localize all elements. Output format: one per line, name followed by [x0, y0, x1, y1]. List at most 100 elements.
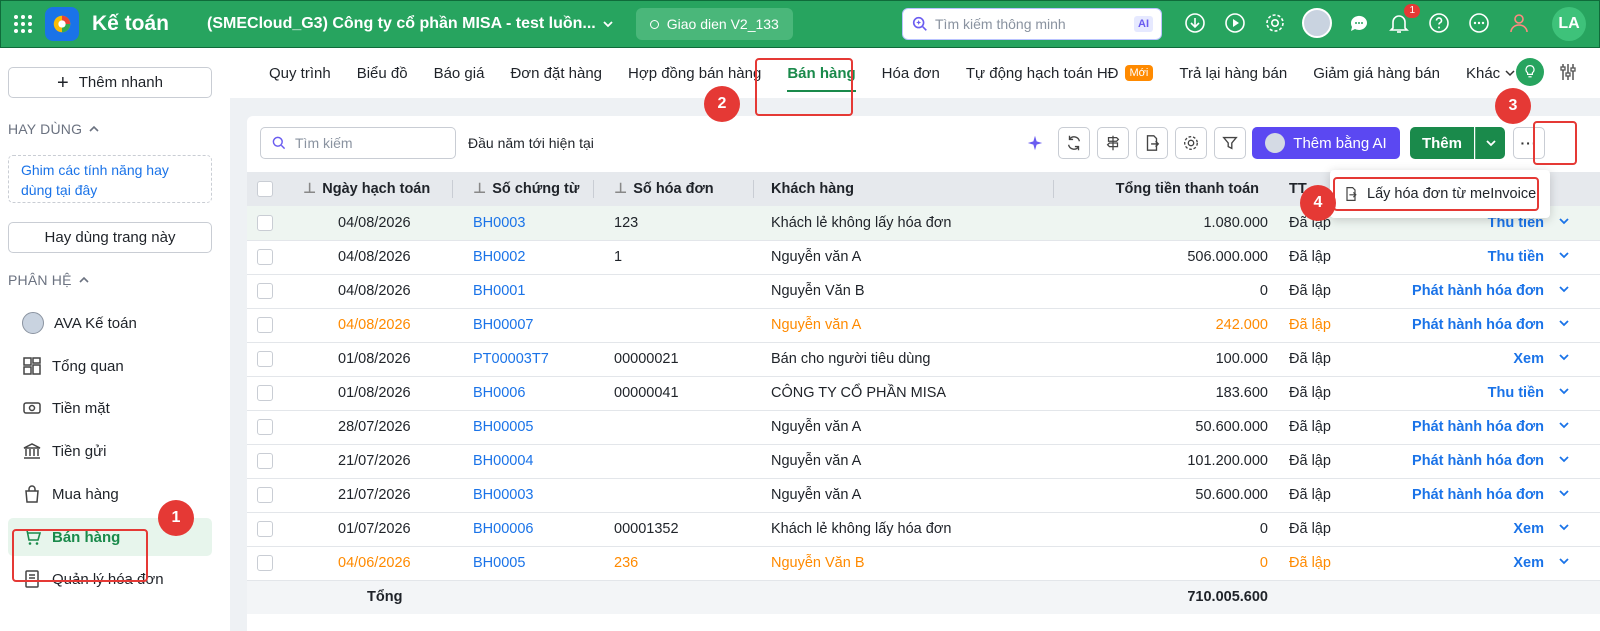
sidebar-item-overview[interactable]: Tổng quan: [8, 347, 212, 385]
cell-document-number[interactable]: BH0003: [453, 206, 594, 240]
app-logo[interactable]: [45, 7, 79, 41]
cell-document-number[interactable]: BH00007: [453, 308, 594, 342]
cell-document-number[interactable]: BH00005: [453, 410, 594, 444]
tab-invoice[interactable]: Hóa đơn: [869, 48, 953, 98]
row-checkbox[interactable]: [257, 419, 273, 436]
cell-control[interactable]: [247, 376, 283, 410]
row-checkbox[interactable]: [257, 283, 273, 300]
cell-document-number[interactable]: BH00006: [453, 512, 594, 546]
cell-row-action[interactable]: Thu tiền: [1354, 240, 1554, 274]
cell-control[interactable]: [247, 410, 283, 444]
cell-row-action[interactable]: Phát hành hóa đơn: [1354, 444, 1554, 478]
cell-control[interactable]: [247, 478, 283, 512]
column-header[interactable]: ⊥ Ngày hạch toán: [283, 172, 453, 206]
cell-control[interactable]: [247, 206, 283, 240]
cell-control[interactable]: [1554, 274, 1600, 308]
column-header[interactable]: ⊥ Số hóa đơn: [594, 172, 754, 206]
cell-control[interactable]: [247, 512, 283, 546]
cell-document-number[interactable]: BH00003: [453, 478, 594, 512]
row-checkbox[interactable]: [257, 249, 273, 266]
user-avatar[interactable]: LA: [1552, 7, 1586, 41]
bell-icon[interactable]: 1: [1386, 4, 1420, 36]
tab-sales-order[interactable]: Đơn đặt hàng: [497, 48, 615, 98]
tab-auto-posting[interactable]: Tự động hạch toán HĐ Mới: [953, 48, 1166, 98]
cell-row-action[interactable]: Phát hành hóa đơn: [1354, 308, 1554, 342]
table-row[interactable]: 04/06/2026 BH0005 236 Nguyễn Văn B 0 Đã lập Xe…: [247, 546, 1600, 580]
add-options-button[interactable]: [1475, 127, 1505, 159]
chevron-down-icon[interactable]: [1558, 453, 1570, 465]
modules-section-toggle[interactable]: PHÂN HỆ: [8, 272, 90, 288]
chevron-down-icon[interactable]: [1558, 487, 1570, 499]
column-header[interactable]: ⊥ Số chứng từ: [453, 172, 594, 206]
cell-document-number[interactable]: BH0006: [453, 376, 594, 410]
cell-row-action[interactable]: Phát hành hóa đơn: [1354, 478, 1554, 512]
cell-control[interactable]: [1554, 478, 1600, 512]
table-row[interactable]: 04/08/2026 BH0002 1 Nguyễn văn A 506.000.000…: [247, 240, 1600, 274]
table-row[interactable]: 21/07/2026 BH00003 Nguyễn văn A 50.600.000 Đ…: [247, 478, 1600, 512]
cell-row-action[interactable]: Xem: [1354, 512, 1554, 546]
cell-control[interactable]: [247, 546, 283, 580]
row-checkbox[interactable]: [257, 214, 273, 231]
help-icon[interactable]: [1426, 10, 1452, 36]
select-all-checkbox[interactable]: [257, 181, 273, 198]
ai-assistant-avatar[interactable]: [1302, 8, 1332, 38]
settings-sliders-icon[interactable]: [1558, 62, 1578, 82]
tab-process[interactable]: Quy trình: [256, 48, 344, 98]
period-filter[interactable]: Đầu năm tới hiện tại: [468, 135, 594, 151]
cell-row-action[interactable]: Thu tiền: [1354, 376, 1554, 410]
chevron-down-icon[interactable]: [1558, 249, 1570, 261]
chevron-down-icon[interactable]: [1558, 419, 1570, 431]
row-checkbox[interactable]: [257, 351, 273, 368]
table-row[interactable]: 01/07/2026 BH00006 00001352 Khách lẻ không …: [247, 512, 1600, 546]
filter-icon[interactable]: [1214, 127, 1246, 159]
lightbulb-icon[interactable]: [1516, 58, 1544, 86]
tab-sales-discount[interactable]: Giảm giá hàng bán: [1300, 48, 1453, 98]
cell-document-number[interactable]: BH0002: [453, 240, 594, 274]
row-checkbox[interactable]: [257, 317, 273, 334]
chevron-down-icon[interactable]: [1558, 555, 1570, 567]
table-row[interactable]: 04/08/2026 BH00007 Nguyễn văn A 242.000 Đã l…: [247, 308, 1600, 342]
chat-icon[interactable]: [1346, 10, 1372, 36]
cell-control[interactable]: [1554, 546, 1600, 580]
cell-row-action[interactable]: Phát hành hóa đơn: [1354, 410, 1554, 444]
table-row[interactable]: 01/08/2026 BH0006 00000041 CÔNG TY CỔ PHẦN …: [247, 376, 1600, 410]
cell-control[interactable]: [247, 274, 283, 308]
sidebar-item-deposit[interactable]: Tiền gửi: [8, 432, 212, 470]
table-row[interactable]: 28/07/2026 BH00005 Nguyễn văn A 50.600.000 Đ…: [247, 410, 1600, 444]
tab-quotation[interactable]: Báo giá: [421, 48, 498, 98]
sidebar-item-cash[interactable]: Tiền mặt: [8, 389, 212, 427]
download-icon[interactable]: [1182, 10, 1208, 36]
cell-row-action[interactable]: Xem: [1354, 546, 1554, 580]
play-video-icon[interactable]: [1222, 10, 1248, 36]
search-input[interactable]: Tìm kiếm: [260, 127, 456, 159]
row-checkbox[interactable]: [257, 521, 273, 538]
add-with-ai-button[interactable]: Thêm bằng AI: [1252, 127, 1400, 159]
tab-sales-return[interactable]: Trả lại hàng bán: [1166, 48, 1300, 98]
cell-document-number[interactable]: BH0005: [453, 546, 594, 580]
cell-control[interactable]: [1554, 206, 1600, 240]
row-checkbox[interactable]: [257, 453, 273, 470]
cell-control[interactable]: [1554, 444, 1600, 478]
cell-control[interactable]: [247, 308, 283, 342]
gear-icon[interactable]: [1175, 127, 1207, 159]
row-checkbox[interactable]: [257, 555, 273, 572]
ui-version-badge[interactable]: Giao dien V2_133: [635, 8, 793, 40]
cell-document-number[interactable]: BH0001: [453, 274, 594, 308]
cell-control[interactable]: [1554, 376, 1600, 410]
cell-row-action[interactable]: Phát hành hóa đơn: [1354, 274, 1554, 308]
column-header[interactable]: Tổng tiền thanh toán: [1054, 172, 1279, 206]
tab-chart[interactable]: Biểu đồ: [344, 48, 421, 98]
more-horizontal-icon[interactable]: [1466, 10, 1492, 36]
chevron-down-icon[interactable]: [1558, 215, 1570, 227]
export-icon[interactable]: [1136, 127, 1168, 159]
cell-document-number[interactable]: PT00003T7: [453, 342, 594, 376]
chevron-down-icon[interactable]: [1558, 317, 1570, 329]
favorites-section-toggle[interactable]: HAY DÙNG: [8, 121, 100, 137]
gear-icon[interactable]: [1262, 10, 1288, 36]
refresh-icon[interactable]: [1058, 127, 1090, 159]
add-button[interactable]: Thêm: [1410, 127, 1474, 159]
smart-search-input[interactable]: Tìm kiếm thông minh AI: [902, 8, 1162, 40]
app-grid-icon[interactable]: [3, 4, 43, 44]
cell-document-number[interactable]: BH00004: [453, 444, 594, 478]
cell-control[interactable]: [1554, 308, 1600, 342]
